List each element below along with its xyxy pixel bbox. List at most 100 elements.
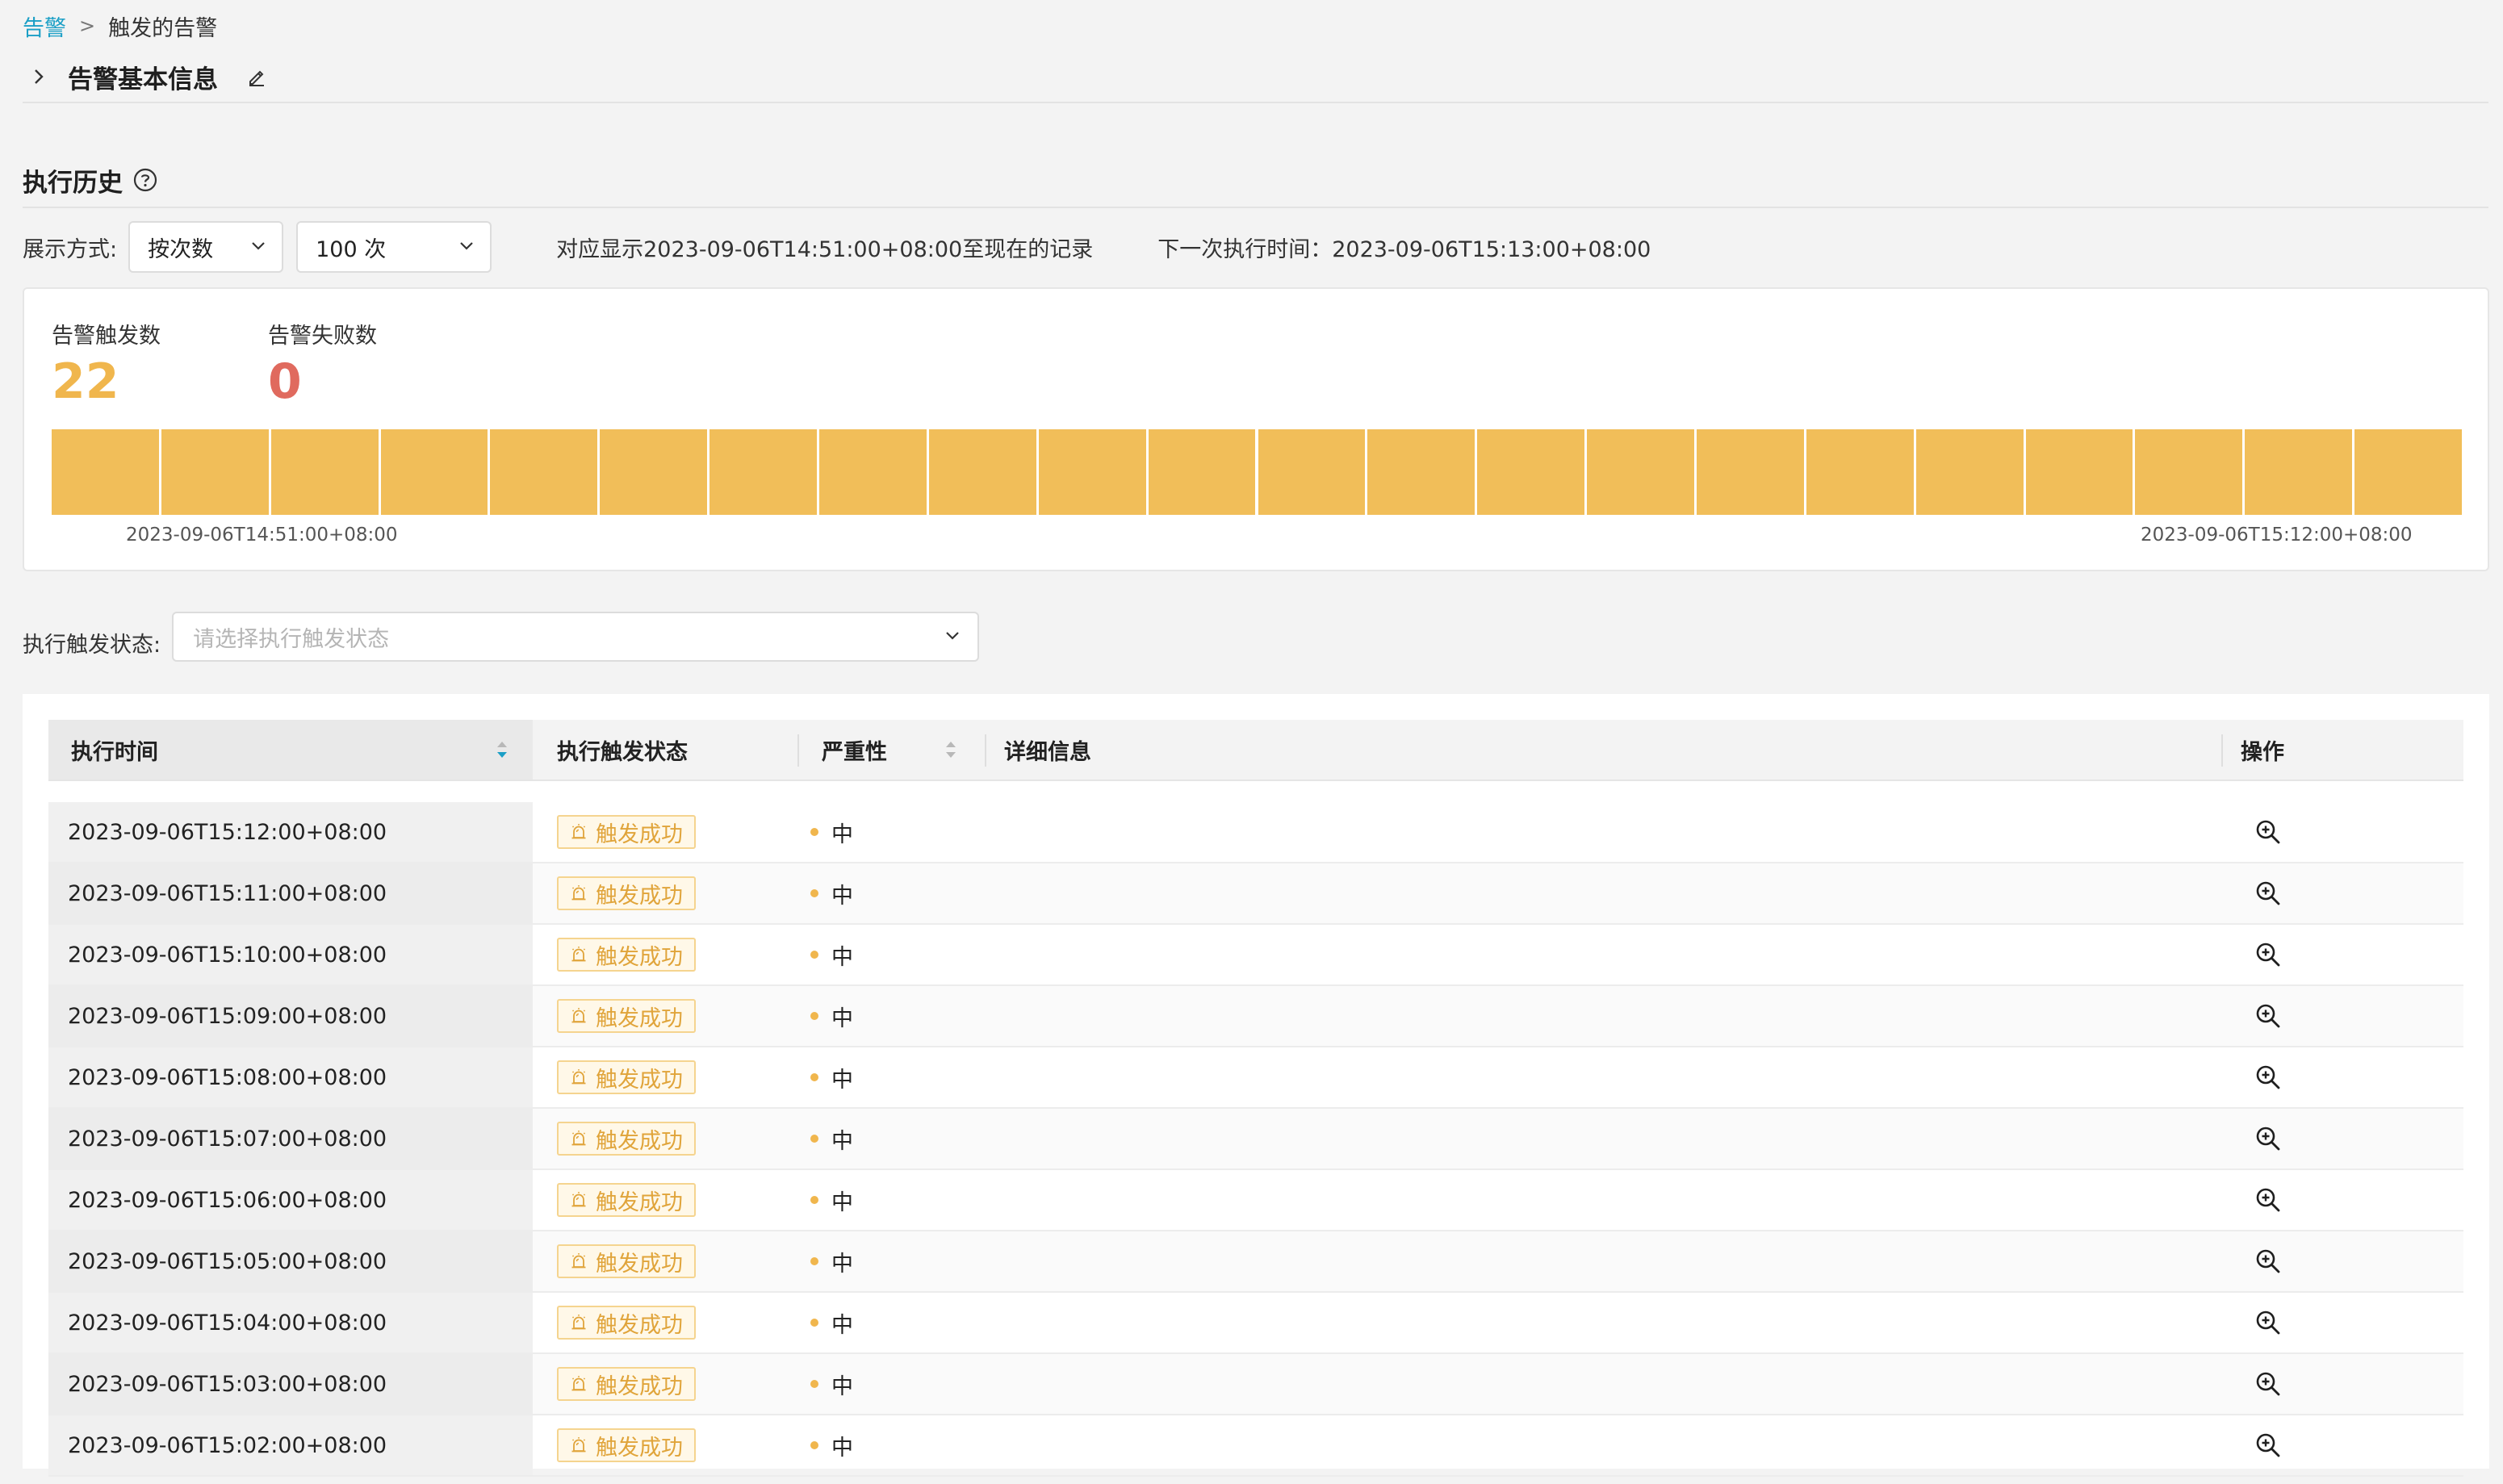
timeline-bar-cell[interactable]	[1038, 429, 1146, 515]
status-tag: 触发成功	[557, 1367, 696, 1401]
chevron-down-icon	[944, 625, 961, 650]
operation-cell	[2252, 863, 2284, 923]
alarm-icon	[568, 1189, 589, 1210]
timeline-bar-cell[interactable]	[1148, 429, 1256, 515]
record-count-value: 100 次	[316, 236, 387, 262]
status-cell: 触发成功	[557, 1047, 696, 1107]
column-divider	[2221, 734, 2223, 767]
timeline-bar-cell[interactable]	[928, 429, 1036, 515]
operation-cell	[2252, 802, 2284, 862]
severity-dot	[810, 1196, 818, 1204]
zoom-in-icon	[2256, 1372, 2280, 1396]
timeline-bar-cell[interactable]	[2245, 429, 2353, 515]
record-range-text: 对应显示2023-09-06T14:51:00+08:00至现在的记录	[556, 236, 1094, 262]
timeline-bar-cell[interactable]	[1696, 429, 1804, 515]
status-filter-label: 执行触发状态:	[23, 632, 161, 658]
column-header-time[interactable]: 执行时间	[48, 720, 533, 780]
view-detail-button[interactable]	[2252, 1368, 2284, 1400]
view-detail-button[interactable]	[2252, 1184, 2284, 1216]
record-count-select[interactable]: 100 次	[296, 221, 492, 273]
status-cell: 触发成功	[557, 925, 696, 984]
zoom-in-icon	[2256, 1065, 2280, 1089]
view-detail-button[interactable]	[2252, 1122, 2284, 1155]
question-circle-icon[interactable]	[131, 165, 160, 194]
status-cell: 触发成功	[557, 1293, 696, 1352]
table-row: 2023-09-06T15:10:00+08:00 触发成功 中	[48, 925, 2463, 986]
severity-label: 中	[831, 1312, 853, 1338]
table-row: 2023-09-06T15:11:00+08:00 触发成功 中	[48, 863, 2463, 925]
timeline-bar-cell[interactable]	[161, 429, 269, 515]
status-tag: 触发成功	[557, 1183, 696, 1217]
breadcrumb: 告警 > 触发的告警	[23, 10, 217, 42]
severity-cell: 中	[810, 802, 853, 862]
column-header-severity[interactable]: 严重性	[822, 720, 887, 780]
alarm-icon	[568, 944, 589, 965]
status-tag: 触发成功	[557, 1122, 696, 1156]
severity-dot	[810, 1135, 818, 1143]
alarm-icon	[568, 1373, 589, 1394]
timeline-bar-cell[interactable]	[1367, 429, 1475, 515]
zoom-in-icon	[2256, 943, 2280, 967]
fail-count-value: 0	[268, 353, 302, 410]
zoom-in-icon	[2256, 1249, 2280, 1273]
edit-pencil-icon[interactable]	[242, 62, 271, 91]
sort-icon[interactable]	[494, 738, 510, 762]
timeline-bar-cell[interactable]	[380, 429, 488, 515]
timeline-bar-cell[interactable]	[819, 429, 927, 515]
view-detail-button[interactable]	[2252, 1061, 2284, 1093]
column-header-detail: 详细信息	[1004, 739, 1091, 765]
trigger-count-label: 告警触发数	[52, 324, 161, 349]
status-tag-label: 触发成功	[596, 1251, 683, 1277]
status-tag-label: 触发成功	[596, 1435, 683, 1461]
status-tag: 触发成功	[557, 1306, 696, 1340]
trigger-count-stat: 告警触发数 22	[52, 318, 161, 406]
severity-cell: 中	[810, 1415, 853, 1475]
execution-time-cell: 2023-09-06T15:03:00+08:00	[48, 1354, 533, 1414]
status-filter-select[interactable]: 请选择执行触发状态	[172, 612, 980, 662]
view-detail-button[interactable]	[2252, 877, 2284, 909]
status-tag: 触发成功	[557, 1428, 696, 1462]
execution-time-cell: 2023-09-06T15:12:00+08:00	[48, 802, 533, 862]
operation-cell	[2252, 1231, 2284, 1291]
severity-label: 中	[831, 821, 853, 847]
view-detail-button[interactable]	[2252, 816, 2284, 848]
severity-label: 中	[831, 1005, 853, 1031]
view-detail-button[interactable]	[2252, 1429, 2284, 1461]
timeline-bar-cell[interactable]	[1258, 429, 1366, 515]
timeline-bar-cell[interactable]	[270, 429, 379, 515]
execution-time-cell: 2023-09-06T15:09:00+08:00	[48, 986, 533, 1046]
severity-cell: 中	[810, 1231, 853, 1291]
timeline-bar-cell[interactable]	[490, 429, 598, 515]
severity-dot	[810, 951, 818, 959]
zoom-in-icon	[2256, 1004, 2280, 1028]
timeline-bar-cell[interactable]	[1806, 429, 1914, 515]
status-tag-label: 触发成功	[596, 821, 683, 847]
chevron-right-icon[interactable]	[23, 61, 55, 93]
view-detail-button[interactable]	[2252, 1245, 2284, 1277]
severity-label: 中	[831, 883, 853, 909]
table-row: 2023-09-06T15:06:00+08:00 触发成功 中	[48, 1170, 2463, 1231]
view-detail-button[interactable]	[2252, 1000, 2284, 1032]
severity-cell: 中	[810, 863, 853, 923]
display-mode-select[interactable]: 按次数	[128, 221, 284, 273]
breadcrumb-alerts-link[interactable]: 告警	[23, 10, 66, 42]
timeline-bar-cell[interactable]	[709, 429, 818, 515]
timeline-bar-cell[interactable]	[600, 429, 708, 515]
chevron-down-icon	[458, 235, 475, 260]
operation-cell	[2252, 1109, 2284, 1168]
alert-detail-page: 告警 > 触发的告警 告警基本信息 执行历史 展示方式: 按次数 100 次 对…	[0, 0, 2503, 1484]
column-divider	[985, 734, 986, 767]
view-detail-button[interactable]	[2252, 1306, 2284, 1339]
sort-icon[interactable]	[943, 738, 959, 762]
timeline-bar-cell[interactable]	[1915, 429, 2024, 515]
timeline-bar-cell[interactable]	[52, 429, 159, 515]
timeline-bar-cell[interactable]	[2025, 429, 2133, 515]
timeline-bar-cell[interactable]	[1587, 429, 1694, 515]
timeline-bar-cell[interactable]	[1477, 429, 1585, 515]
timeline-bar-cell[interactable]	[2135, 429, 2243, 515]
table-row: 2023-09-06T15:09:00+08:00 触发成功 中	[48, 986, 2463, 1047]
table-row: 2023-09-06T15:04:00+08:00 触发成功 中	[48, 1293, 2463, 1354]
timeline-bar-cell[interactable]	[2354, 429, 2462, 515]
view-detail-button[interactable]	[2252, 938, 2284, 971]
severity-dot	[810, 1380, 818, 1388]
